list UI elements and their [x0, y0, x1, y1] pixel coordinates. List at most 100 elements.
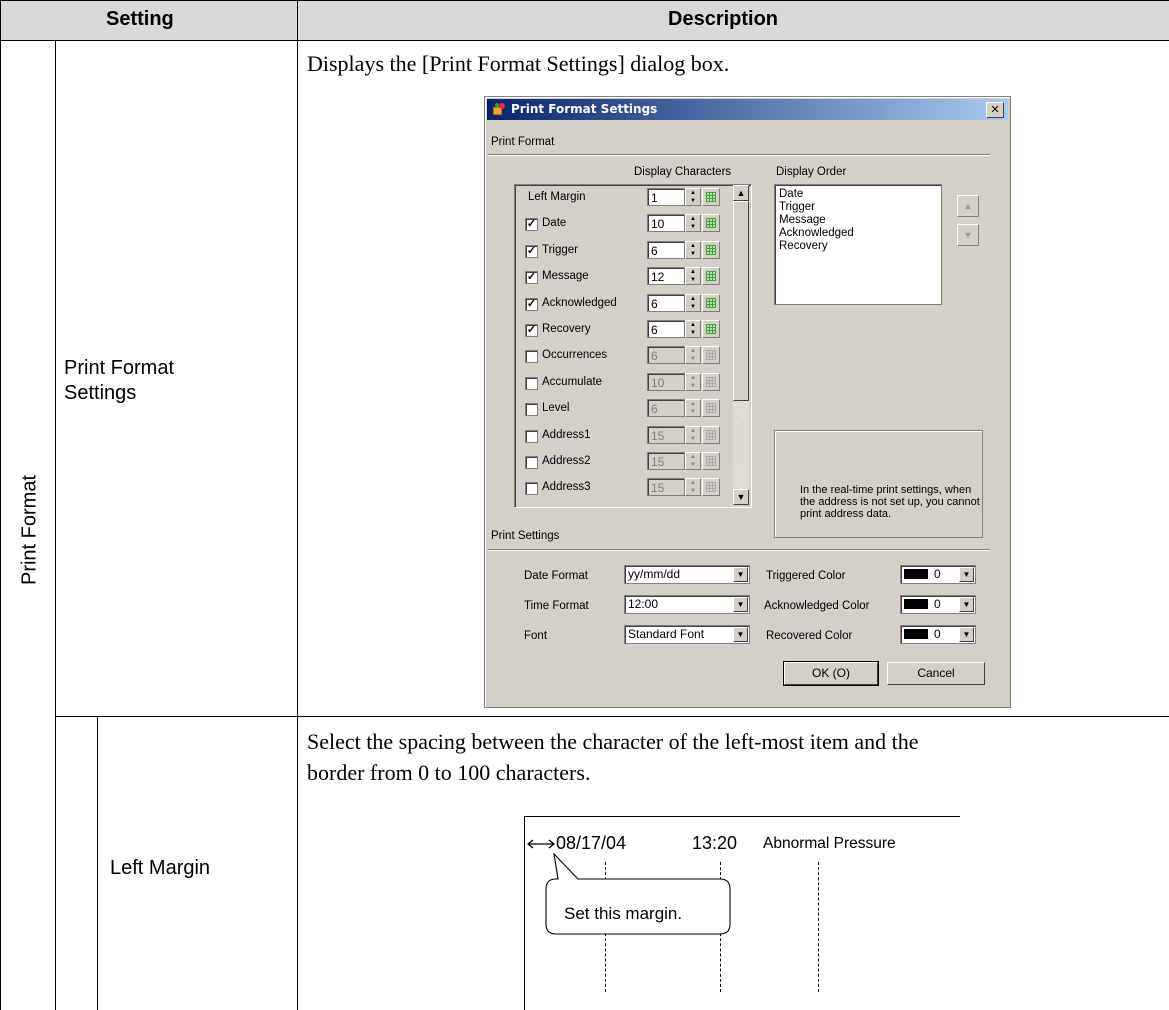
paper-top-edge — [524, 816, 960, 817]
cancel-button[interactable]: Cancel — [887, 662, 985, 685]
display-order-item[interactable]: Date — [779, 188, 937, 201]
print-item-row: Address2 15 ▲ ▼ — [514, 450, 734, 476]
item-checkbox[interactable] — [525, 429, 538, 443]
display-order-item[interactable]: Recovery — [779, 240, 937, 253]
item-checkbox[interactable]: ✓ — [525, 271, 538, 285]
char-count-input[interactable]: 10 — [647, 214, 685, 233]
item-checkbox[interactable]: ✓ — [525, 244, 538, 258]
scroll-up-icon[interactable]: ▲ — [733, 185, 749, 201]
address-note: In the real-time print settings, when th… — [800, 484, 980, 520]
time-format-select[interactable]: 12:00 ▼ — [624, 595, 750, 614]
keypad-icon[interactable] — [702, 346, 720, 365]
item-checkbox[interactable] — [525, 350, 538, 364]
item-label: Occurrences — [542, 349, 608, 362]
print-format-group-label: Print Format — [491, 136, 555, 148]
move-up-icon[interactable]: ▲ — [957, 195, 979, 217]
item-label: Left Margin — [528, 191, 586, 203]
category-label: Print Format — [18, 474, 41, 586]
item-label: Trigger — [542, 243, 578, 256]
keypad-icon[interactable] — [702, 372, 720, 391]
recovered-color-select[interactable]: 0 ▼ — [900, 625, 976, 644]
char-count-input[interactable]: 15 — [647, 478, 685, 497]
item-label: Accumulate — [542, 375, 603, 388]
font-label: Font — [524, 630, 548, 642]
scroll-down-icon[interactable]: ▼ — [733, 489, 749, 505]
item-checkbox[interactable]: ✓ — [525, 218, 538, 232]
char-count-input[interactable]: 15 — [647, 452, 685, 470]
char-count-input[interactable]: 6 — [647, 346, 685, 365]
display-order-item[interactable]: Acknowledged — [779, 227, 937, 240]
keypad-icon[interactable] — [702, 320, 720, 338]
char-count-input[interactable]: 1 — [647, 188, 685, 206]
spinner-icon[interactable]: ▲ ▼ — [685, 452, 701, 470]
display-order-item[interactable]: Trigger — [779, 201, 937, 214]
font-select[interactable]: Standard Font ▼ — [624, 625, 750, 644]
description-left-margin: Select the spacing between the character… — [307, 729, 919, 785]
column-divider-category — [55, 40, 56, 1010]
chevron-down-icon[interactable]: ▼ — [733, 627, 748, 642]
display-order-item[interactable]: Message — [779, 214, 937, 227]
spinner-icon[interactable]: ▲ ▼ — [685, 320, 701, 338]
move-down-icon[interactable]: ▼ — [957, 224, 979, 246]
setting-print-format-settings: Print Format Settings — [64, 357, 175, 404]
keypad-icon[interactable] — [702, 452, 720, 470]
keypad-icon[interactable] — [702, 214, 720, 233]
print-item-rows: Left Margin 1 ▲ ▼ ✓ Date 10 ▲ ▼ ✓ Trigger 6 ▲ ▼ ✓ Messa… — [514, 186, 734, 504]
chevron-down-icon[interactable]: ▼ — [959, 597, 974, 612]
ok-button[interactable]: OK (O) — [783, 661, 879, 686]
item-checkbox[interactable] — [525, 456, 538, 469]
spinner-icon[interactable]: ▲ ▼ — [685, 188, 701, 206]
keypad-icon[interactable] — [702, 293, 720, 312]
print-item-row: Left Margin 1 ▲ ▼ — [514, 186, 734, 212]
chevron-down-icon[interactable]: ▼ — [959, 627, 974, 642]
print-item-row: Address3 15 ▲ ▼ — [514, 476, 734, 502]
char-count-input[interactable]: 10 — [647, 372, 685, 391]
keypad-icon[interactable] — [702, 478, 720, 497]
char-count-input[interactable]: 6 — [647, 240, 685, 259]
item-label: Message — [542, 270, 589, 283]
acknowledged-color-select[interactable]: 0 ▼ — [900, 595, 976, 614]
spinner-icon[interactable]: ▲ ▼ — [685, 478, 701, 497]
keypad-icon[interactable] — [702, 399, 720, 418]
header-setting: Setting — [106, 8, 174, 30]
close-icon[interactable]: ✕ — [986, 102, 1004, 118]
char-count-input[interactable]: 12 — [647, 267, 685, 286]
keypad-icon[interactable] — [702, 267, 720, 286]
chevron-down-icon[interactable]: ▼ — [959, 567, 974, 582]
spinner-icon[interactable]: ▲ ▼ — [685, 425, 701, 444]
table-border-left — [0, 0, 1, 1010]
display-characters-heading: Display Characters — [634, 166, 732, 178]
char-count-input[interactable]: 6 — [647, 320, 685, 338]
spinner-icon[interactable]: ▲ ▼ — [685, 346, 701, 365]
char-count-input[interactable]: 15 — [647, 425, 685, 444]
header-description: Description — [668, 8, 779, 30]
date-format-select[interactable]: yy/mm/dd ▼ — [624, 565, 750, 584]
item-checkbox[interactable] — [525, 376, 538, 390]
chevron-down-icon[interactable]: ▼ — [733, 567, 748, 582]
display-order-heading: Display Order — [776, 166, 847, 178]
item-list-scrollbar[interactable]: ▲ ▼ — [733, 185, 749, 505]
print-format-group-line — [488, 154, 990, 156]
item-checkbox[interactable] — [525, 403, 538, 417]
item-checkbox[interactable] — [525, 482, 538, 496]
char-count-input[interactable]: 6 — [647, 293, 685, 312]
print-item-row: Accumulate 10 ▲ ▼ — [514, 371, 734, 397]
spinner-icon[interactable]: ▲ ▼ — [685, 214, 701, 233]
item-checkbox[interactable]: ✓ — [525, 297, 538, 311]
spinner-icon[interactable]: ▲ ▼ — [685, 240, 701, 259]
display-order-list[interactable]: Date Trigger Message Acknowledged Recove… — [774, 184, 942, 305]
setting-left-margin: Left Margin — [110, 857, 211, 879]
chevron-down-icon[interactable]: ▼ — [733, 597, 748, 612]
keypad-icon[interactable] — [702, 425, 720, 444]
spinner-icon[interactable]: ▲ ▼ — [685, 399, 701, 418]
char-count-input[interactable]: 6 — [647, 399, 685, 418]
keypad-icon[interactable] — [702, 188, 720, 206]
spinner-icon[interactable]: ▲ ▼ — [685, 293, 701, 312]
keypad-icon[interactable] — [702, 240, 720, 259]
spinner-icon[interactable]: ▲ ▼ — [685, 267, 701, 286]
scroll-thumb[interactable] — [733, 201, 749, 401]
item-checkbox[interactable]: ✓ — [525, 324, 538, 337]
triggered-color-select[interactable]: 0 ▼ — [900, 565, 976, 584]
print-settings-group-label: Print Settings — [491, 530, 560, 542]
spinner-icon[interactable]: ▲ ▼ — [685, 372, 701, 391]
